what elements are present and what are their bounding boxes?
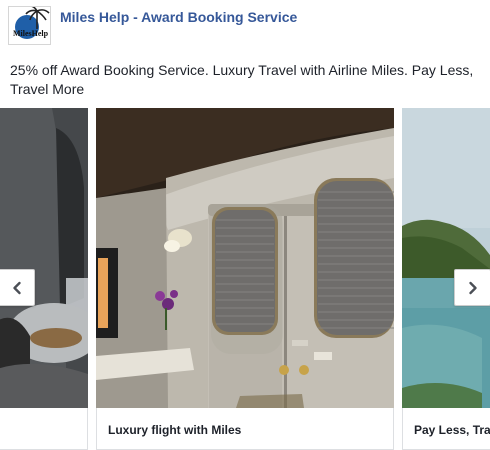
carousel-prev-button[interactable] [0,269,35,306]
logo-text: MilesHelp [13,29,49,38]
card-title: Pay Less, Travel More [414,423,490,437]
carousel-next-button[interactable] [454,269,490,306]
page-name-link[interactable]: Miles Help - Award Booking Service [60,9,297,25]
card-footer[interactable]: Luxury flight with Miles [96,408,394,450]
card-footer[interactable] [0,408,88,450]
card-footer[interactable]: Pay Less, Travel More [402,408,490,450]
carousel-card[interactable]: Luxury flight with Miles [96,108,394,450]
chevron-left-icon [12,281,21,294]
post-message: 25% off Award Booking Service. Luxury Tr… [10,62,474,97]
page-logo[interactable]: MilesHelp [8,6,51,45]
chevron-right-icon [468,281,477,294]
image-carousel: Luxury flight with Miles Pay Less, Trave… [0,108,490,450]
card-image[interactable] [0,108,88,408]
post-header: MilesHelp Miles Help - Award Booking Ser… [8,6,482,46]
card-title: Luxury flight with Miles [108,423,242,437]
card-image[interactable] [96,108,394,408]
card-image[interactable] [402,108,490,408]
